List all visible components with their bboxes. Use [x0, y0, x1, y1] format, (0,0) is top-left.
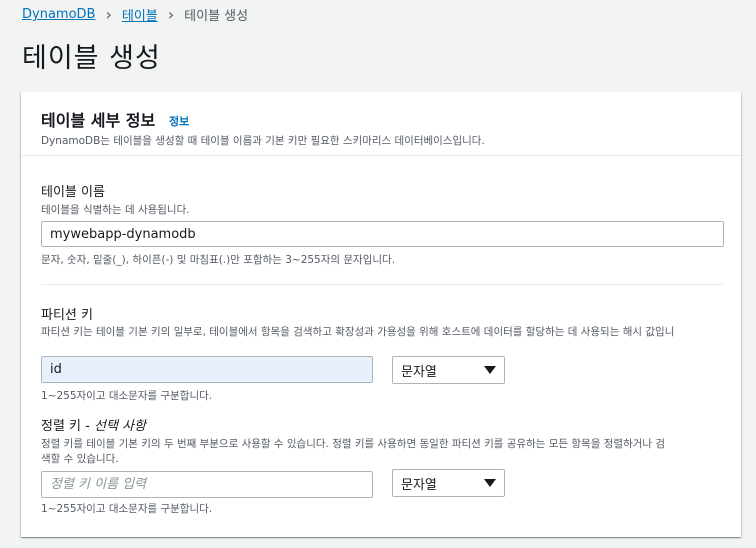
breadcrumb-tables-link[interactable]: 테이블: [122, 5, 158, 24]
sort-key-type-value: 문자열: [401, 477, 437, 493]
panel-title: 테이블 세부 정보: [41, 111, 156, 130]
table-name-constraint: 문자, 숫자, 밑줄(_), 하이픈(-) 및 마침표(.)만 포함하는 3~2…: [41, 254, 396, 266]
sort-key-optional: - 선택 사항: [85, 419, 146, 434]
sort-key-description-line1: 정렬 키를 테이블 기본 키의 두 번째 부분으로 사용할 수 있습니다. 정렬…: [41, 438, 666, 450]
divider: [41, 284, 724, 285]
breadcrumb-current: 테이블 생성: [184, 9, 249, 24]
sort-key-input[interactable]: [41, 471, 373, 498]
caret-down-icon: [484, 366, 496, 374]
partition-key-label: 파티션 키: [41, 308, 93, 323]
table-details-panel: 테이블 세부 정보 정보 DynamoDB는 테이블을 생성할 때 테이블 이름…: [21, 92, 741, 537]
chevron-right-icon: ›: [105, 4, 112, 24]
table-name-description: 테이블을 식별하는 데 사용됩니다.: [41, 204, 190, 216]
breadcrumb-dynamodb-link[interactable]: DynamoDB: [22, 7, 95, 22]
caret-down-icon: [484, 479, 496, 487]
partition-key-input[interactable]: [41, 356, 373, 383]
partition-key-type-select[interactable]: 문자열: [392, 356, 505, 384]
table-name-input[interactable]: [41, 221, 724, 247]
partition-key-description: 파티션 키는 테이블 기본 키의 일부로, 테이블에서 항목을 검색하고 확장성…: [41, 326, 675, 338]
sort-key-constraint: 1~255자이고 대소문자를 구분합니다.: [41, 503, 213, 515]
page-title: 테이블 생성: [22, 43, 161, 74]
panel-description: DynamoDB는 테이블을 생성할 때 테이블 이름과 기본 키만 필요한 스…: [41, 135, 485, 147]
sort-key-type-select[interactable]: 문자열: [392, 469, 505, 497]
chevron-right-icon: ›: [167, 4, 175, 24]
info-link[interactable]: 정보: [169, 113, 189, 129]
breadcrumb: DynamoDB › 테이블 › 테이블 생성: [22, 5, 248, 24]
partition-key-constraint: 1~255자이고 대소문자를 구분합니다.: [41, 390, 213, 402]
sort-key-description-line2: 색할 수 있습니다.: [41, 453, 119, 465]
panel-header: 테이블 세부 정보 정보 DynamoDB는 테이블을 생성할 때 테이블 이름…: [21, 92, 741, 156]
partition-key-type-value: 문자열: [401, 364, 437, 380]
sort-key-label-text: 정렬 키: [41, 419, 82, 434]
sort-key-label: 정렬 키 - 선택 사항: [41, 415, 146, 434]
table-name-label: 테이블 이름: [41, 185, 105, 200]
